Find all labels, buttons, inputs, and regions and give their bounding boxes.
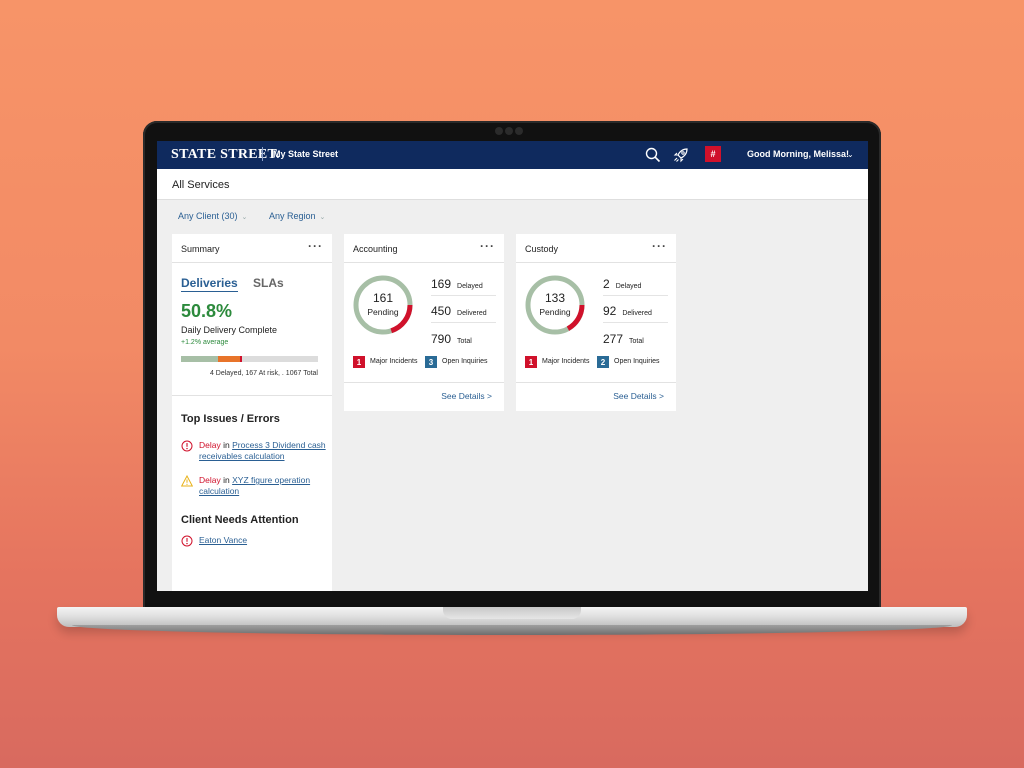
inquiries-label: Open Inquiries [442,358,488,365]
client-filter-label: Any Client (30) [178,211,238,221]
progress-segment [218,356,240,362]
pending-label: Pending [367,307,399,317]
pending-value: 161 [372,291,394,305]
progress-segment [181,356,218,362]
issue-joiner: in [223,440,230,450]
stat-value: 450 [431,304,452,318]
stat-delivered: 92 Delivered [603,302,673,320]
inquiries-count[interactable]: 3 [425,356,437,368]
laptop-base-bottom [72,625,952,635]
page-header: All Services [157,169,868,200]
pending-value: 133 [544,291,566,305]
stat-value: 2 [603,277,610,291]
stat-value: 92 [603,304,617,318]
stat-value: 169 [431,277,452,291]
tab-deliveries[interactable]: Deliveries [181,276,238,292]
issue-status: Delay [199,475,221,485]
inquiries-label: Open Inquiries [614,358,660,365]
accounting-card: Accounting ··· 161 Pending 169 Delayed 45… [344,234,504,411]
client-filter[interactable]: Any Client (30) ⌄ [178,211,247,221]
tab-slas[interactable]: SLAs [253,276,284,290]
client-link[interactable]: Eaton Vance [199,535,247,545]
error-icon [181,535,193,547]
camera-dot [505,127,513,135]
card-header: Summary ··· [172,234,332,263]
pending-ring: 161 Pending [352,274,414,336]
card-footer-divider [344,382,504,383]
app-name[interactable]: My State Street [273,149,338,159]
stat-label: Delayed [615,283,642,290]
delivery-percent-label: Daily Delivery Complete [181,325,278,335]
see-details-link[interactable]: See Details > [613,391,664,401]
stat-divider [603,295,668,296]
stat-value: 790 [431,332,452,346]
stat-value: 277 [603,332,624,346]
stat-total: 790 Total [431,330,501,348]
chevron-down-icon: ⌄ [319,214,326,221]
more-icon[interactable]: ··· [480,239,495,253]
stat-label: Delivered [622,310,652,317]
notification-badge[interactable]: # [705,146,721,162]
page-title: All Services [172,179,230,191]
pending-ring: 133 Pending [524,274,586,336]
card-footer-divider [516,382,676,383]
chevron-down-icon[interactable]: ⌄ [847,150,854,159]
stat-delayed: 169 Delayed [431,275,501,293]
error-icon [181,440,193,452]
incidents-count[interactable]: 1 [353,356,365,368]
user-greeting[interactable]: Good Morning, Melissa! [747,149,849,159]
stat-divider [431,295,496,296]
inquiries-count[interactable]: 2 [597,356,609,368]
clients-title: Client Needs Attention [181,514,299,526]
rocket-icon[interactable] [671,145,691,165]
more-icon[interactable]: ··· [652,239,667,253]
card-title: Accounting [353,244,398,254]
issue-joiner: in [223,475,230,485]
issue-status: Delay [199,440,221,450]
issue-item: Delay in XYZ figure operation calculatio… [181,475,331,499]
custody-card: Custody ··· 133 Pending 2 Delayed 92 Deliv… [516,234,676,411]
incidents-label: Major Incidents [542,358,590,365]
delivery-percent: 50.8% [181,301,233,321]
pending-label: Pending [539,307,571,317]
brand-logo[interactable]: STATE STREET. [171,147,280,163]
stat-label: Total [457,338,472,345]
progress-segment [240,356,242,362]
progress-legend: 4 Delayed, 167 At risk, . 1067 Total [209,370,318,377]
brand-divider [262,147,263,161]
region-filter-label: Any Region [269,211,316,221]
stat-label: Delayed [457,283,483,290]
incidents-count[interactable]: 1 [525,356,537,368]
section-divider [172,395,332,396]
camera-dot [495,127,503,135]
chevron-down-icon: ⌄ [241,214,248,221]
card-header: Custody ··· [516,234,676,263]
stat-delivered: 450 Delivered [431,302,501,320]
stat-delayed: 2 Delayed [603,275,673,293]
region-filter[interactable]: Any Region ⌄ [269,211,325,221]
issue-item: Delay in Process 3 Dividend cash receiva… [181,440,331,464]
laptop-notch [443,607,581,619]
stat-label: Delivered [457,310,487,317]
stat-divider [603,322,668,323]
card-title: Custody [525,244,559,254]
more-icon[interactable]: ··· [308,239,323,253]
search-icon[interactable] [643,145,663,165]
card-title: Summary [181,244,220,254]
client-item: Eaton Vance [181,535,331,549]
card-header: Accounting ··· [344,234,504,263]
issues-title: Top Issues / Errors [181,413,280,425]
incidents-label: Major Incidents [370,358,418,365]
stat-label: Total [629,338,644,345]
app-screen: STATE STREET. My State Street # Good Mor… [157,141,868,591]
warning-icon [181,475,193,487]
stat-total: 277 Total [603,330,673,348]
top-nav-bar: STATE STREET. My State Street # Good Mor… [157,141,868,169]
delivery-progress-bar [181,356,318,362]
see-details-link[interactable]: See Details > [441,391,492,401]
summary-card: Summary ··· Deliveries SLAs 50.8% Daily … [172,234,332,591]
average-change: +1.2% average [181,339,229,346]
camera-dot [515,127,523,135]
stat-divider [431,322,496,323]
